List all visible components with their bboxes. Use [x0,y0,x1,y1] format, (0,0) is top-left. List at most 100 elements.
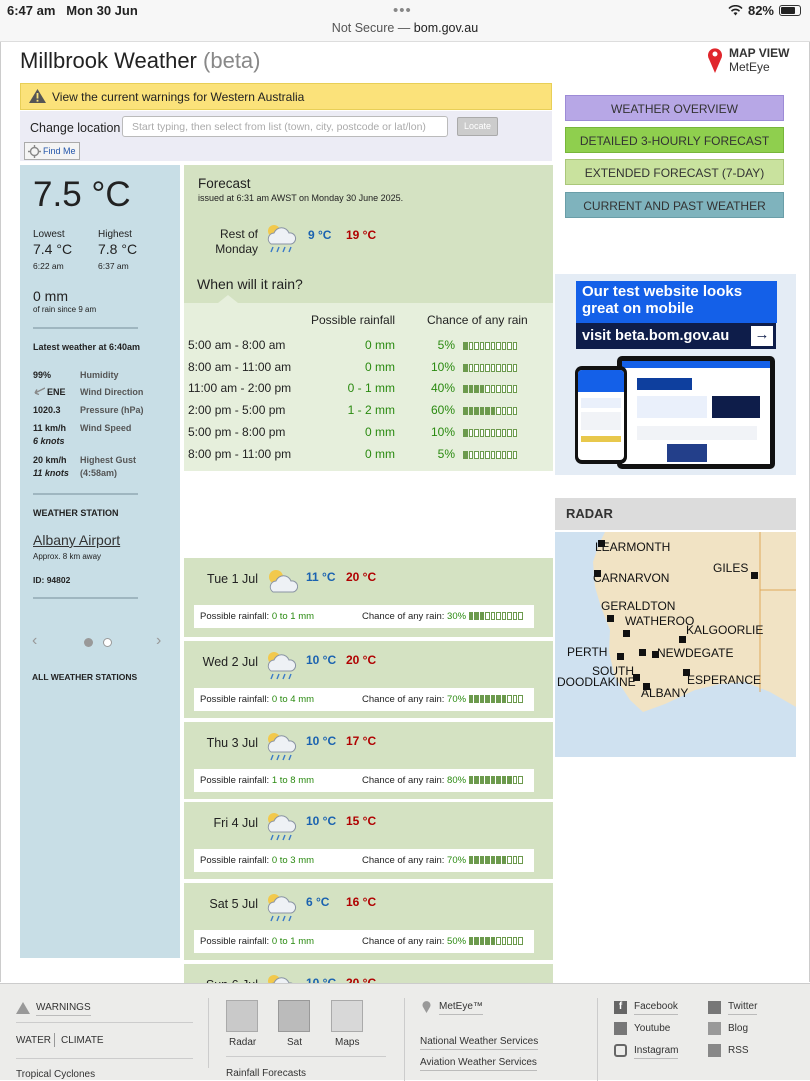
radar-place-label: WATHEROO [625,614,695,628]
footer-radar-link[interactable]: Radar [229,1037,256,1048]
day-max-temp: 20 °C [346,570,377,584]
rain-since-9am: 0 mm [33,288,68,304]
footer-sat-link[interactable]: Sat [287,1037,302,1048]
location-search-input[interactable]: Start typing, then select from list (tow… [122,116,448,137]
period-chance: 40% [430,381,455,396]
find-me-button[interactable]: Find Me [24,142,80,160]
chance-label: Chance of any rain: [362,611,445,622]
footer-maps-link[interactable]: Maps [335,1037,359,1048]
rest-min-temp: 9 °C [308,228,332,242]
radar-map[interactable]: LEARMONTH CARNARVON GILES GERALDTON WATHEROO… [555,532,796,757]
carousel-dot[interactable] [103,638,112,647]
footer-tropical-link[interactable]: Tropical Cyclones [16,1069,95,1080]
map-pin-icon [708,48,722,73]
station-id: ID: 94802 [33,575,71,585]
next-station-icon[interactable]: › [156,632,161,650]
youtube-icon [614,1022,627,1035]
radar-place-label: GERALDTON [601,599,676,613]
footer-warnings-link[interactable]: WARNINGS [36,1002,91,1016]
carousel-dot-active[interactable] [84,638,93,647]
radar-place-label: PERTH [567,645,608,659]
banner-headline: Our test website looks great on mobile [576,281,777,323]
more-dots-icon[interactable]: ••• [393,2,412,19]
beta-website-banner[interactable]: Our test website looks great on mobile vi… [555,274,796,475]
period-chance: 10% [430,425,455,440]
footer-nws-link[interactable]: National Weather Services [420,1036,539,1050]
footer-water-link[interactable]: WATER [16,1035,51,1046]
rain-chance-bars [463,341,517,350]
radar-thumbnail-icon[interactable] [226,1000,258,1032]
satellite-thumbnail-icon[interactable] [278,1000,310,1032]
map-view-link[interactable]: MAP VIEW MetEye [707,46,789,74]
footer-climate-link[interactable]: CLIMATE [61,1035,104,1046]
meteye-label: MetEye [729,60,770,74]
rain-period-row: 11:00 am - 2:00 pm 0 - 1 mm 40% [188,378,517,400]
day-min-temp: 11 °C [306,570,336,584]
rainfall-label: Possible rainfall: [200,936,270,947]
footer-blog-link[interactable]: Blog [728,1023,748,1034]
period-rainfall: 0 mm [365,446,395,461]
lowest-time: 6:22 am [33,261,64,271]
locate-button[interactable]: Locate [457,117,498,136]
highest-value: 7.8 °C [98,241,138,257]
prev-station-icon[interactable]: ‹ [32,632,37,650]
daily-forecast-card[interactable]: Fri 4 Jul 10 °C 15 °C Possible rainfall: 0 … [184,800,553,879]
rain-chance-bars [468,856,523,865]
rain-chance-bars [463,385,517,394]
warning-icon [16,1002,30,1014]
day-min-temp: 10 °C [306,653,337,667]
footer-rainfall-forecasts-link[interactable]: Rainfall Forecasts [226,1068,306,1079]
day-name: Tue 1 Jul [207,572,258,586]
wind-speed-knots: 6 knots [33,436,65,446]
rain-note: of rain since 9 am [33,305,97,314]
period-chance: 5% [437,446,455,461]
wind-direction-label: Wind Direction [80,387,144,397]
extended-forecast-button[interactable]: EXTENDED FORECAST (7-DAY) [565,159,784,185]
footer-facebook-link[interactable]: Facebook [634,1001,678,1015]
footer-twitter-link[interactable]: Twitter [728,1001,758,1015]
detailed-forecast-button[interactable]: DETAILED 3-HOURLY FORECAST [565,127,784,153]
station-link[interactable]: Albany Airport [33,532,120,548]
maps-thumbnail-icon[interactable] [331,1000,363,1032]
rest-max-temp: 19 °C [346,228,377,242]
daily-forecast-card[interactable]: Wed 2 Jul 10 °C 20 °C Possible rainfall: 0 … [184,639,553,718]
footer-rss-link[interactable]: RSS [728,1045,749,1056]
address-bar[interactable]: Not Secure — bom.gov.au [0,21,810,35]
wind-speed-label: Wind Speed [80,423,132,433]
warnings-banner[interactable]: View the current warnings for Western Au… [20,83,552,110]
period-time: 8:00 am - 11:00 am [188,359,292,374]
warning-icon [29,89,46,103]
change-location-label: Change location [30,121,121,135]
rainfall-label: Possible rainfall: [200,611,270,622]
divider [33,493,138,495]
tablet-mockup [617,356,775,469]
all-weather-stations-link[interactable]: ALL WEATHER STATIONS [32,672,137,682]
daily-forecast-card[interactable]: Thu 3 Jul 10 °C 17 °C Possible rainfall: 1 … [184,720,553,799]
radar-place-marker [617,653,624,660]
wifi-icon [728,5,743,16]
period-rainfall: 1 - 2 mm [347,403,395,418]
daily-forecast-card[interactable]: Tue 1 Jul 11 °C 20 °C Possible rainfall: 0 … [184,558,553,637]
period-chance: 10% [430,359,455,374]
rainfall-label: Possible rainfall: [200,775,270,786]
footer-aviation-link[interactable]: Aviation Weather Services [420,1057,537,1071]
chance-label: Chance of any rain: [362,855,445,866]
pressure-label: Pressure (hPa) [80,405,144,415]
footer-youtube-link[interactable]: Youtube [634,1023,670,1034]
weather-station-heading: WEATHER STATION [33,508,119,518]
footer-meteye-link[interactable]: MetEye™ [439,1001,483,1015]
current-past-weather-button[interactable]: CURRENT AND PAST WEATHER [565,192,784,218]
day-name: Wed 2 Jul [202,655,258,669]
showers-icon [264,730,298,767]
footer-instagram-link[interactable]: Instagram [634,1045,679,1059]
banner-url: visit beta.bom.gov.au [576,323,776,349]
rain-chance-bars [468,776,523,785]
day-max-temp: 17 °C [346,734,377,748]
day-name: Sat 5 Jul [209,897,258,911]
weather-overview-button[interactable]: WEATHER OVERVIEW [565,95,784,121]
daily-forecast-card[interactable]: Sat 5 Jul 6 °C 16 °C Possible rainfall: 0 t… [184,881,553,960]
period-rainfall: 0 mm [365,359,395,374]
day-min-temp: 10 °C [306,734,337,748]
humidity-label: Humidity [80,370,119,380]
battery-icon [779,5,801,16]
